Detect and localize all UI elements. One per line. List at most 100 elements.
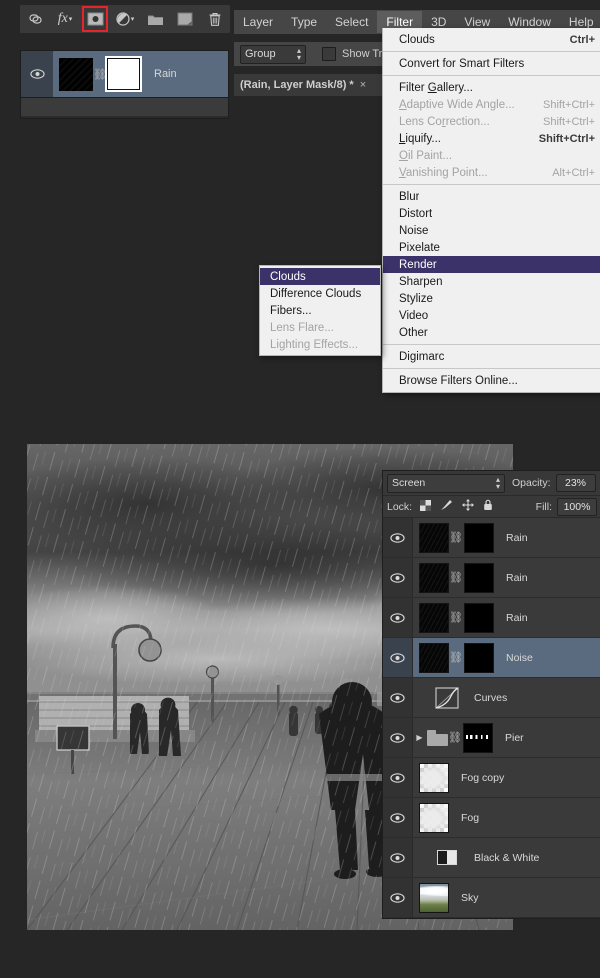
- render-menu-item-difference-clouds[interactable]: Difference Clouds: [260, 285, 380, 302]
- filter-menu-item-liquify[interactable]: Liquify...Shift+Ctrl+: [383, 130, 600, 147]
- filter-menu-item-pixelate[interactable]: Pixelate: [383, 239, 600, 256]
- menu-separator: [383, 184, 600, 185]
- eye-icon[interactable]: [383, 798, 413, 837]
- menu-item-type[interactable]: Type: [282, 11, 326, 33]
- eye-icon[interactable]: [21, 51, 53, 97]
- layer-thumbnail[interactable]: [419, 643, 449, 673]
- link-mask-icon[interactable]: ⛓: [449, 571, 462, 584]
- layer-row[interactable]: Black & White: [383, 838, 600, 878]
- filter-menu-item-video[interactable]: Video: [383, 307, 600, 324]
- render-menu-item-fibers[interactable]: Fibers...: [260, 302, 380, 319]
- layer-row[interactable]: Fog copy: [383, 758, 600, 798]
- blend-mode-select[interactable]: Screen ▴▾: [387, 474, 505, 493]
- layer-name: Fog: [461, 812, 479, 824]
- filter-menu-item-noise[interactable]: Noise: [383, 222, 600, 239]
- curves-icon[interactable]: [432, 683, 462, 713]
- layer-mask-thumbnail[interactable]: [463, 723, 493, 753]
- menu-item-label: Liquify...: [399, 133, 441, 145]
- filter-menu-item-oil-paint: Oil Paint...: [383, 147, 600, 164]
- render-menu-item-clouds[interactable]: Clouds: [260, 268, 380, 285]
- layer-row[interactable]: Sky: [383, 878, 600, 918]
- layers-list[interactable]: ⛓Rain⛓Rain⛓Rain⛓NoiseCurves▶⛓PierFog cop…: [383, 518, 600, 918]
- layer-mask-thumbnail[interactable]: [464, 563, 494, 593]
- layer-style-fx-icon[interactable]: fx▾: [54, 8, 76, 30]
- filter-menu-item-render[interactable]: Render: [383, 256, 600, 273]
- lock-transparent-pixels-icon[interactable]: [420, 500, 431, 514]
- layer-row[interactable]: ⛓Rain: [383, 558, 600, 598]
- lock-all-icon[interactable]: [483, 499, 493, 514]
- lock-image-pixels-icon[interactable]: [440, 499, 453, 514]
- black-white-icon[interactable]: [432, 843, 462, 873]
- filter-menu-item-stylize[interactable]: Stylize: [383, 290, 600, 307]
- filter-menu-item-blur[interactable]: Blur: [383, 188, 600, 205]
- fill-field[interactable]: 100%: [557, 498, 597, 516]
- link-mask-icon[interactable]: ⛓: [449, 651, 462, 664]
- eye-icon[interactable]: [383, 878, 413, 917]
- layer-row-rain-top[interactable]: ⛓ Rain: [21, 51, 228, 98]
- layer-mask-thumbnail[interactable]: [464, 523, 494, 553]
- eye-icon[interactable]: [383, 678, 413, 717]
- filter-menu[interactable]: CloudsCtrl+ Convert for Smart Filters Filt…: [382, 28, 600, 393]
- eye-icon[interactable]: [383, 758, 413, 797]
- filter-menu-item-digimarc[interactable]: Digimarc: [383, 348, 600, 365]
- delete-layer-icon[interactable]: [204, 8, 226, 30]
- lock-row[interactable]: Lock: Fill: 100%: [383, 496, 600, 518]
- layer-row[interactable]: ▶⛓Pier: [383, 718, 600, 758]
- layer-row[interactable]: Fog: [383, 798, 600, 838]
- layer-row[interactable]: ⛓Rain: [383, 598, 600, 638]
- eye-icon[interactable]: [383, 518, 413, 557]
- blend-mode-row[interactable]: Screen ▴▾ Opacity: 23%: [383, 471, 600, 496]
- layer-thumbnail[interactable]: [59, 58, 93, 91]
- layer-thumbnail[interactable]: [419, 563, 449, 593]
- layer-mask-thumbnail[interactable]: [464, 643, 494, 673]
- link-mask-icon[interactable]: ⛓: [449, 531, 462, 544]
- filter-menu-item-filter-gallery[interactable]: Filter Gallery...: [383, 79, 600, 96]
- layer-name: Curves: [474, 692, 507, 704]
- layer-thumbnail[interactable]: [419, 763, 449, 793]
- lock-position-icon[interactable]: [462, 499, 474, 514]
- link-layers-icon[interactable]: [24, 8, 46, 30]
- render-submenu[interactable]: CloudsDifference CloudsFibers...Lens Fla…: [259, 265, 381, 356]
- eye-icon[interactable]: [383, 598, 413, 637]
- menu-item-select[interactable]: Select: [326, 11, 377, 33]
- filter-menu-item-convert-for-smart-filters[interactable]: Convert for Smart Filters: [383, 55, 600, 72]
- layers-list-fragment[interactable]: ⛓ Rain: [20, 50, 229, 119]
- add-layer-mask-icon[interactable]: [84, 8, 106, 30]
- layer-name: Sky: [461, 892, 479, 904]
- link-mask-icon[interactable]: ⛓: [449, 611, 462, 624]
- layer-row[interactable]: ⛓Noise: [383, 638, 600, 678]
- document-tab-title: (Rain, Layer Mask/8) *: [240, 79, 354, 91]
- layer-thumbnail[interactable]: [419, 883, 449, 913]
- eye-icon[interactable]: [383, 838, 413, 877]
- filter-menu-item-browse-filters-online[interactable]: Browse Filters Online...: [383, 372, 600, 389]
- layer-mask-thumbnail[interactable]: [464, 603, 494, 633]
- filter-menu-item-other[interactable]: Other: [383, 324, 600, 341]
- new-group-icon[interactable]: [144, 8, 166, 30]
- expand-group-arrow-icon[interactable]: ▶: [413, 733, 426, 742]
- layer-row[interactable]: ⛓Rain: [383, 518, 600, 558]
- close-icon[interactable]: ×: [360, 79, 366, 91]
- opacity-field[interactable]: 23%: [556, 474, 596, 492]
- new-fill-adjustment-icon[interactable]: ▾: [114, 8, 136, 30]
- eye-icon[interactable]: [383, 718, 413, 757]
- eye-icon[interactable]: [383, 638, 413, 677]
- layer-thumbnail[interactable]: [419, 603, 449, 633]
- menu-item-layer[interactable]: Layer: [234, 11, 282, 33]
- show-transform-checkbox[interactable]: [322, 47, 336, 61]
- menu-item-label: Blur: [399, 191, 419, 203]
- link-mask-icon[interactable]: ⛓: [448, 731, 461, 744]
- layers-panel-button-bar[interactable]: fx▾ ▾: [20, 5, 230, 33]
- eye-icon[interactable]: [383, 558, 413, 597]
- lock-label: Lock:: [387, 501, 412, 513]
- layer-thumbnail[interactable]: [419, 803, 449, 833]
- group-select[interactable]: Group ▴▾: [240, 45, 306, 64]
- filter-menu-item-distort[interactable]: Distort: [383, 205, 600, 222]
- layers-panel[interactable]: Screen ▴▾ Opacity: 23% Lock: Fill: 100% …: [382, 470, 600, 919]
- layer-row[interactable]: Curves: [383, 678, 600, 718]
- layer-mask-thumbnail[interactable]: [107, 58, 140, 90]
- filter-menu-item-sharpen[interactable]: Sharpen: [383, 273, 600, 290]
- new-layer-icon[interactable]: [174, 8, 196, 30]
- layer-thumbnail[interactable]: [419, 523, 449, 553]
- link-mask-icon[interactable]: ⛓: [93, 68, 107, 81]
- filter-menu-item-clouds[interactable]: CloudsCtrl+: [383, 31, 600, 48]
